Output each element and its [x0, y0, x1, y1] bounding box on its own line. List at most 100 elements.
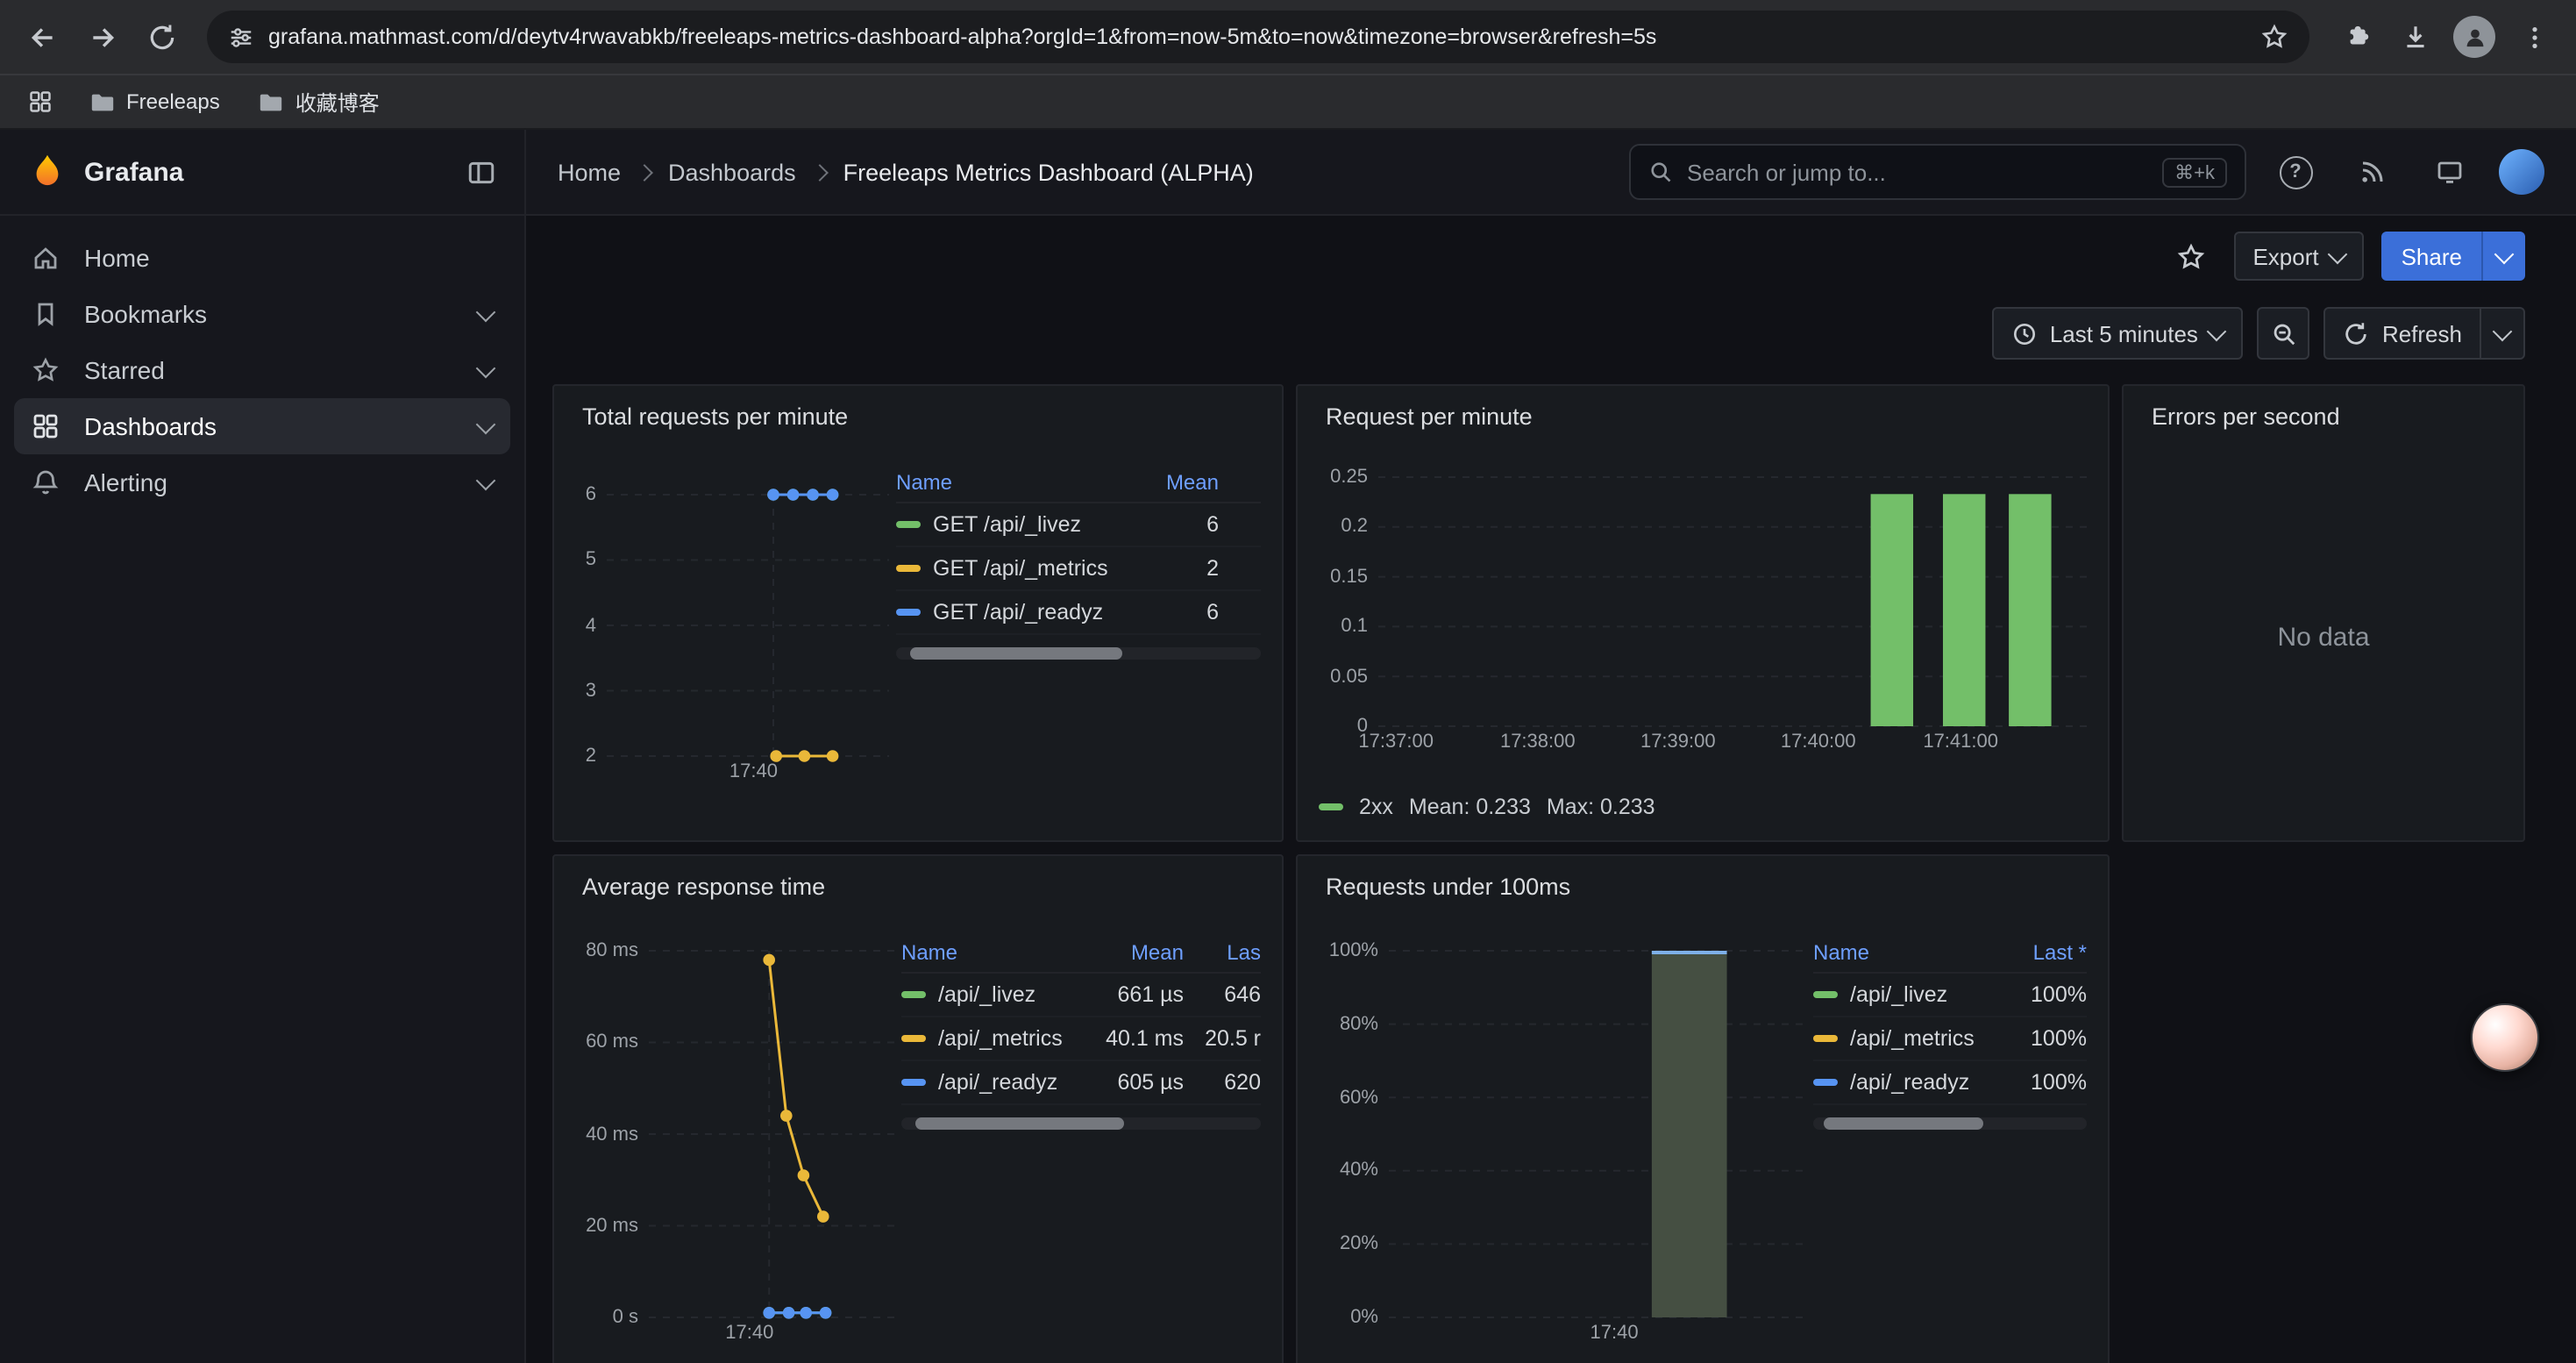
legend-series-name[interactable]: GET /api/_livez [896, 512, 1131, 537]
panel-title[interactable]: Requests under 100ms [1319, 870, 2087, 905]
legend-h-scrollbar[interactable] [896, 647, 1261, 660]
plot-area[interactable] [1389, 951, 1806, 1317]
search-input[interactable]: Search or jump to... ⌘+k [1629, 144, 2246, 200]
legend-series-name[interactable]: /api/_readyz [901, 1070, 1064, 1095]
legend-column-header[interactable]: Las [1184, 940, 1261, 965]
zoom-out-button[interactable] [2258, 307, 2310, 360]
extensions-icon[interactable] [2327, 9, 2383, 65]
legend-value: 100% [1982, 982, 2087, 1007]
plot-area[interactable] [1378, 477, 2087, 726]
y-axis-tick: 0.1 [1341, 616, 1368, 637]
chevron-down-icon[interactable] [476, 302, 496, 322]
panel-title[interactable]: Average response time [575, 870, 1261, 905]
downloads-icon[interactable] [2387, 9, 2443, 65]
user-avatar[interactable] [2499, 149, 2544, 195]
share-button[interactable]: Share [2382, 232, 2525, 281]
legend-value: 100% [1982, 1026, 2087, 1051]
scrollbar-thumb[interactable] [915, 1117, 1124, 1130]
grafana-logo[interactable] [28, 153, 67, 191]
legend-h-scrollbar[interactable] [901, 1117, 1261, 1130]
refresh-interval-toggle[interactable] [2480, 309, 2523, 358]
time-range-picker[interactable]: Last 5 minutes [1992, 307, 2244, 360]
bookmark-label: 收藏博客 [295, 87, 380, 117]
legend-series-name[interactable]: 2xx [1359, 795, 1393, 819]
bookmark-folder-blogs[interactable]: 收藏博客 [246, 82, 392, 122]
floating-assistant-avatar[interactable] [2471, 1003, 2539, 1072]
bar-chart[interactable]: 0.250.20.150.10.050 17:37:0017:38:0017:3… [1319, 477, 2087, 754]
legend-column-header[interactable]: Mean [1131, 470, 1219, 495]
scrollbar-thumb[interactable] [911, 647, 1122, 660]
reload-button[interactable] [133, 9, 189, 65]
panel-title[interactable]: Total requests per minute [575, 400, 1261, 435]
news-rss-button[interactable] [2345, 144, 2401, 200]
panel-title[interactable]: Request per minute [1319, 400, 2087, 435]
sidebar-item-starred[interactable]: Starred [14, 342, 510, 398]
legend-series-name[interactable]: /api/_metrics [1813, 1026, 1982, 1051]
legend-series-name[interactable]: /api/_livez [1813, 982, 1982, 1007]
x-axis-tick: 17:41:00 [1923, 731, 1998, 753]
browser-profile-avatar[interactable] [2446, 9, 2502, 65]
url-text[interactable]: grafana.mathmast.com/d/deytv4rwavabkb/fr… [268, 25, 1656, 49]
question-icon [2279, 155, 2312, 189]
legend-series-name[interactable]: GET /api/_readyz [896, 600, 1131, 624]
legend-row: /api/_readyz100% [1813, 1061, 2087, 1105]
chevron-down-icon [2493, 321, 2513, 341]
help-button[interactable] [2267, 144, 2323, 200]
display-monitor-button[interactable] [2422, 144, 2478, 200]
legend-series-name[interactable]: /api/_livez [901, 982, 1064, 1007]
legend-series-name[interactable]: /api/_readyz [1813, 1070, 1982, 1095]
grafana-body: Home Bookmarks Starred Dashbo [0, 216, 2576, 1363]
export-button[interactable]: Export [2233, 232, 2364, 281]
legend-column-header[interactable]: Name [896, 470, 1131, 495]
scrollbar-thumb[interactable] [1824, 1117, 1982, 1130]
legend-max: Max: 0.233 [1547, 795, 1655, 819]
panel-title[interactable]: Errors per second [2145, 400, 2502, 435]
forward-button[interactable] [74, 9, 130, 65]
legend-h-scrollbar[interactable] [1813, 1117, 2087, 1130]
y-axis-tick: 0.2 [1341, 517, 1368, 538]
bookmark-star-icon[interactable] [2260, 23, 2288, 51]
url-bar[interactable]: grafana.mathmast.com/d/deytv4rwavabkb/fr… [207, 11, 2309, 63]
bar-chart[interactable]: 100%80%60%40%20%0% 17:40 [1319, 951, 1806, 1345]
bookmark-folder-freeleaps[interactable]: Freeleaps [77, 83, 232, 120]
sidebar-item-home[interactable]: Home [14, 230, 510, 286]
y-axis-tick: 80% [1340, 1014, 1378, 1035]
legend-column-header[interactable]: Name [1813, 940, 1982, 965]
sidebar-item-label: Bookmarks [84, 300, 207, 328]
timeseries-chart[interactable]: 80 ms60 ms40 ms20 ms0 s 17:40 [575, 951, 894, 1345]
chevron-down-icon[interactable] [476, 414, 496, 434]
timeseries-chart[interactable]: 65432 17:40 [575, 495, 889, 784]
legend-column-header[interactable]: Mean [1064, 940, 1184, 965]
time-controls: Last 5 minutes Refresh [552, 307, 2525, 360]
legend-row: /api/_metrics100% [1813, 1017, 2087, 1061]
legend-series-name[interactable]: /api/_metrics [901, 1026, 1064, 1051]
site-settings-icon[interactable] [228, 24, 254, 50]
legend-column-header[interactable]: Last * [1982, 940, 2087, 965]
legend-column-header[interactable]: Name [901, 940, 1064, 965]
chevron-down-icon[interactable] [476, 358, 496, 378]
back-button[interactable] [14, 9, 70, 65]
plot-area[interactable] [607, 495, 889, 756]
sidebar-item-dashboards[interactable]: Dashboards [14, 398, 510, 454]
legend-series-name[interactable]: GET /api/_metrics [896, 556, 1131, 581]
sidebar-item-bookmarks[interactable]: Bookmarks [14, 286, 510, 342]
browser-menu-kebab-icon[interactable] [2506, 9, 2562, 65]
legend-row: /api/_readyz605 µs620 [901, 1061, 1261, 1105]
search-shortcut-kbd: ⌘+k [2162, 157, 2227, 187]
breadcrumb-home[interactable]: Home [558, 159, 621, 185]
legend-table: NameLast */api/_livez100%/api/_metrics10… [1813, 933, 2087, 1130]
legend-row: /api/_livez100% [1813, 974, 2087, 1017]
plot-area[interactable] [649, 951, 894, 1317]
apps-grid-icon[interactable] [18, 81, 63, 123]
breadcrumb-dashboards[interactable]: Dashboards [668, 159, 796, 185]
sidebar-item-alerting[interactable]: Alerting [14, 454, 510, 510]
export-label: Export [2252, 243, 2318, 269]
sidebar-toggle-icon[interactable] [466, 157, 496, 187]
star-icon [32, 356, 63, 384]
chevron-right-icon [636, 163, 653, 181]
share-menu-toggle[interactable] [2481, 232, 2525, 281]
refresh-icon [2344, 320, 2370, 346]
favorite-star-button[interactable] [2167, 232, 2216, 281]
chevron-down-icon[interactable] [476, 470, 496, 490]
refresh-button[interactable]: Refresh [2324, 307, 2525, 360]
